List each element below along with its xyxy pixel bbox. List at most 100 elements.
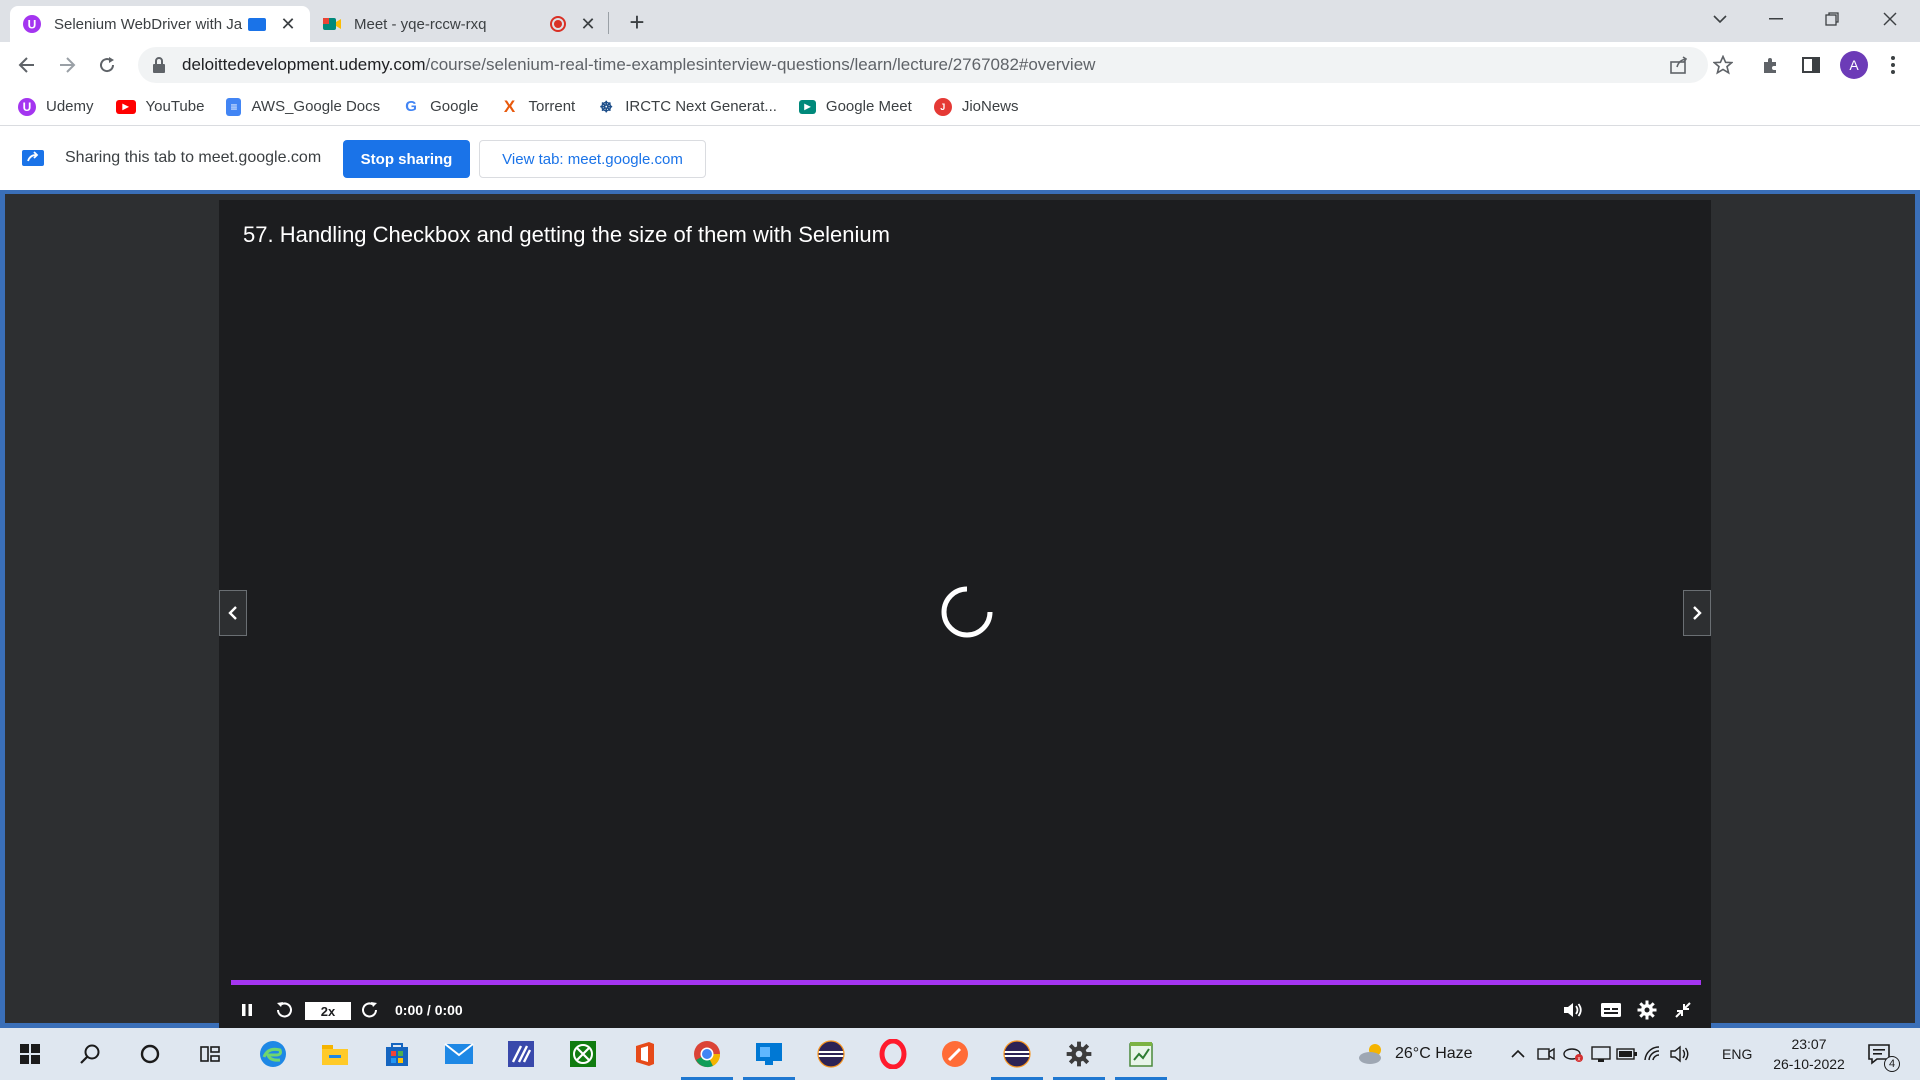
bookmark-udemy[interactable]: U Udemy bbox=[18, 97, 94, 116]
settings-gear-icon[interactable] bbox=[1635, 998, 1659, 1022]
tab-sharing-icon bbox=[248, 17, 266, 31]
svg-text:U: U bbox=[28, 18, 37, 32]
bookmark-youtube[interactable]: ▶ YouTube bbox=[115, 98, 204, 115]
lock-icon bbox=[152, 57, 166, 73]
task-view-icon[interactable] bbox=[192, 1036, 228, 1072]
edge-icon[interactable] bbox=[255, 1036, 291, 1072]
meet-icon bbox=[322, 14, 342, 34]
windows-start-icon[interactable] bbox=[12, 1036, 48, 1072]
forward-button[interactable] bbox=[52, 50, 82, 80]
bookmark-label: Udemy bbox=[46, 98, 94, 115]
weather-icon[interactable] bbox=[1354, 1036, 1390, 1072]
bookmark-label: Torrent bbox=[528, 98, 576, 115]
chevron-down-icon[interactable] bbox=[1692, 0, 1748, 38]
search-icon[interactable] bbox=[72, 1036, 108, 1072]
bookmark-google[interactable]: G Google bbox=[402, 98, 478, 116]
irctc-icon: ☸ bbox=[599, 98, 613, 116]
previous-lecture-button[interactable] bbox=[219, 590, 247, 636]
url-host: deloittedevelopment.udemy.com bbox=[182, 55, 426, 74]
bookmark-label: Google bbox=[430, 98, 479, 115]
restore-button[interactable] bbox=[1804, 0, 1860, 38]
tab-separator bbox=[608, 12, 609, 34]
eclipse-icon[interactable] bbox=[991, 1036, 1043, 1080]
onedrive-error-icon[interactable]: x bbox=[1560, 1036, 1586, 1072]
bookmark-google-meet[interactable]: ▶ Google Meet bbox=[798, 98, 912, 115]
bookmark-jionews[interactable]: J JioNews bbox=[933, 97, 1019, 116]
playback-speed-button[interactable]: 2x bbox=[305, 1002, 351, 1020]
postman-icon[interactable] bbox=[937, 1036, 973, 1072]
new-tab-button[interactable]: + bbox=[622, 8, 652, 38]
file-explorer-icon[interactable] bbox=[317, 1036, 353, 1072]
system-clock[interactable]: 23:07 26-10-2022 bbox=[1764, 1034, 1854, 1074]
settings-gear-icon[interactable] bbox=[1053, 1036, 1105, 1080]
network-monitor-icon[interactable] bbox=[1588, 1036, 1614, 1072]
extensions-icon[interactable] bbox=[1758, 52, 1784, 78]
wifi-icon[interactable] bbox=[1640, 1036, 1666, 1072]
weather-text[interactable]: 26°C Haze bbox=[1395, 1045, 1473, 1063]
meet-now-icon[interactable] bbox=[1534, 1036, 1558, 1072]
eclipse-icon[interactable] bbox=[813, 1036, 849, 1072]
notepad-icon[interactable] bbox=[1115, 1036, 1167, 1080]
profile-avatar[interactable]: A bbox=[1840, 51, 1868, 79]
reload-button[interactable] bbox=[92, 50, 122, 80]
rewind-icon[interactable] bbox=[273, 998, 295, 1022]
back-button[interactable] bbox=[12, 50, 42, 80]
url-path: /course/selenium-real-time-examplesinter… bbox=[425, 55, 1096, 74]
address-bar[interactable]: deloittedevelopment.udemy.com/course/sel… bbox=[138, 47, 1708, 83]
share-screen-icon bbox=[22, 150, 44, 166]
bookmarks-bar: U Udemy ▶ YouTube ≡ AWS_Google Docs G Go… bbox=[0, 88, 1920, 126]
video-progress-bar[interactable] bbox=[231, 980, 1701, 985]
view-tab-button[interactable]: View tab: meet.google.com bbox=[479, 140, 706, 178]
battery-icon[interactable] bbox=[1614, 1036, 1640, 1072]
volume-icon[interactable] bbox=[1561, 998, 1585, 1022]
share-page-icon[interactable] bbox=[1668, 54, 1690, 76]
powerautomate-icon[interactable] bbox=[503, 1036, 539, 1072]
xbox-icon[interactable] bbox=[565, 1036, 601, 1072]
bookmark-label: JioNews bbox=[961, 98, 1019, 115]
tab-strip: U Selenium WebDriver with Ja ✕ Meet - yq… bbox=[0, 0, 1920, 42]
tab-title: Selenium WebDriver with Ja bbox=[54, 15, 243, 33]
star-icon[interactable] bbox=[1710, 52, 1736, 78]
close-icon[interactable]: ✕ bbox=[278, 14, 298, 35]
minimize-button[interactable] bbox=[1748, 0, 1804, 38]
notifications-icon[interactable]: 4 bbox=[1862, 1036, 1900, 1072]
menu-dots-icon[interactable] bbox=[1880, 52, 1906, 78]
speaker-icon[interactable] bbox=[1666, 1036, 1694, 1072]
mail-icon[interactable] bbox=[441, 1036, 477, 1072]
side-panel-icon[interactable] bbox=[1798, 52, 1824, 78]
video-time: 0:00 / 0:00 bbox=[395, 1002, 463, 1018]
video-player[interactable]: 57. Handling Checkbox and getting the si… bbox=[219, 200, 1711, 1028]
udemy-icon: U bbox=[22, 14, 42, 34]
loading-spinner-icon bbox=[941, 586, 993, 638]
stop-sharing-button[interactable]: Stop sharing bbox=[343, 140, 470, 178]
input-language[interactable]: ENG bbox=[1722, 1046, 1752, 1062]
url-text: deloittedevelopment.udemy.com/course/sel… bbox=[182, 55, 1095, 75]
captions-icon[interactable] bbox=[1599, 998, 1623, 1022]
docs-icon: ≡ bbox=[226, 97, 242, 116]
player-controls: 2x 0:00 / 0:00 bbox=[219, 992, 1711, 1028]
bookmark-irctc[interactable]: ☸ IRCTC Next Generat... bbox=[597, 98, 777, 116]
bookmark-aws-google-docs[interactable]: ≡ AWS_Google Docs bbox=[226, 97, 380, 116]
cortana-icon[interactable] bbox=[132, 1036, 168, 1072]
opera-icon[interactable] bbox=[875, 1036, 911, 1072]
store-icon[interactable] bbox=[379, 1036, 415, 1072]
tab-udemy[interactable]: U Selenium WebDriver with Ja ✕ bbox=[10, 6, 310, 42]
window-close-button[interactable] bbox=[1862, 0, 1918, 38]
windows-taskbar: 26°C Haze x ENG 23:07 26-10-2022 4 bbox=[0, 1028, 1920, 1080]
office-icon[interactable] bbox=[627, 1036, 663, 1072]
bookmark-torrent[interactable]: X Torrent bbox=[501, 97, 576, 116]
forward-skip-icon[interactable] bbox=[359, 998, 381, 1022]
lecture-title: 57. Handling Checkbox and getting the si… bbox=[243, 222, 890, 247]
close-icon[interactable]: ✕ bbox=[578, 14, 598, 35]
clock-date: 26-10-2022 bbox=[1773, 1056, 1845, 1072]
tray-chevron-up-icon[interactable] bbox=[1504, 1036, 1532, 1072]
chrome-icon[interactable] bbox=[681, 1036, 733, 1080]
pause-button[interactable] bbox=[237, 998, 257, 1022]
tab-meet[interactable]: Meet - yqe-rccw-rxq ✕ bbox=[310, 6, 610, 42]
browser-toolbar: deloittedevelopment.udemy.com/course/sel… bbox=[0, 42, 1920, 88]
remote-desktop-icon[interactable] bbox=[743, 1036, 795, 1080]
clock-time: 23:07 bbox=[1791, 1036, 1827, 1052]
next-lecture-button[interactable] bbox=[1683, 590, 1711, 636]
exit-fullscreen-icon[interactable] bbox=[1671, 998, 1695, 1022]
bookmark-label: IRCTC Next Generat... bbox=[625, 98, 777, 115]
